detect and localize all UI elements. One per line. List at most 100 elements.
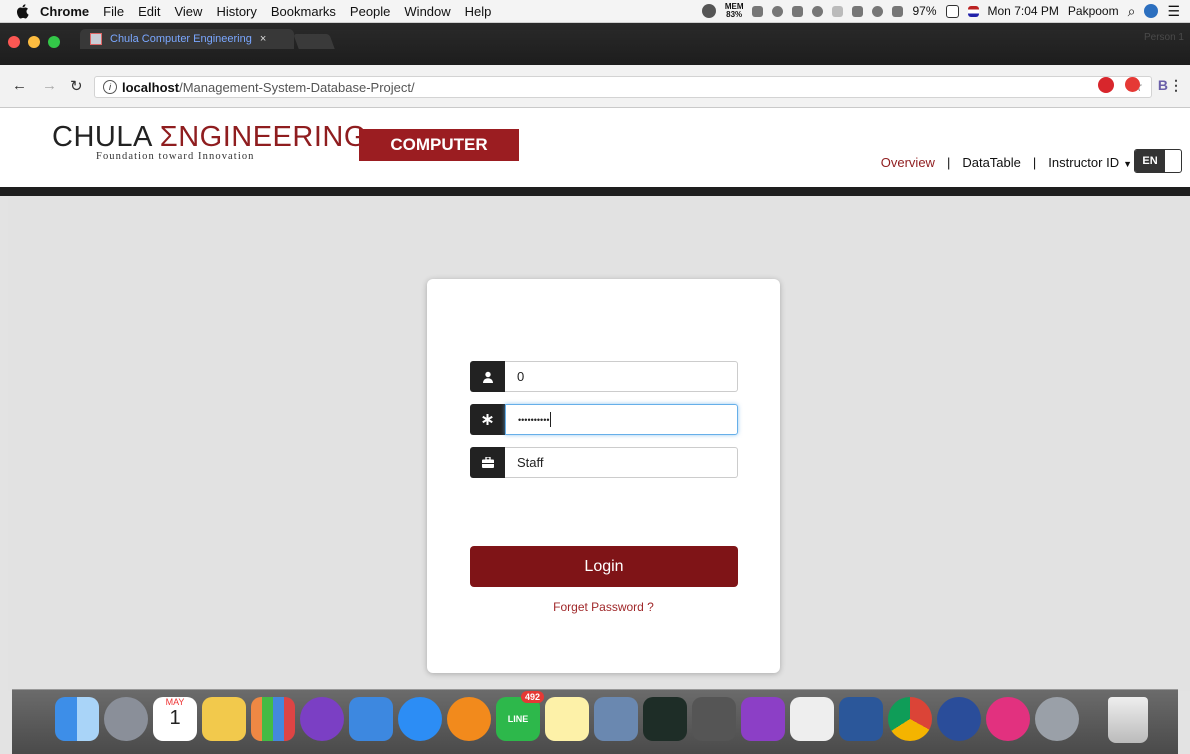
user-name[interactable]: Pakpoom — [1068, 4, 1119, 18]
slack-icon[interactable] — [741, 697, 785, 741]
word-icon[interactable] — [839, 697, 883, 741]
menu-file[interactable]: File — [103, 4, 124, 19]
sublime-text-icon[interactable] — [692, 697, 736, 741]
textedit-icon[interactable] — [790, 697, 834, 741]
user-icon — [470, 361, 505, 392]
menu-history[interactable]: History — [216, 4, 256, 19]
preview-icon[interactable] — [594, 697, 638, 741]
menu-bar: Chrome File Edit View History Bookmarks … — [0, 0, 1190, 23]
url-host: localhost — [122, 79, 180, 95]
nav-instructor-dropdown[interactable]: Instructor ID ▼ — [1048, 155, 1132, 170]
window-controls — [8, 36, 60, 48]
info-icon[interactable]: i — [103, 80, 117, 94]
profile-button[interactable]: Person 1 — [1144, 32, 1184, 43]
close-window-button[interactable] — [8, 36, 20, 48]
pages-icon[interactable] — [202, 697, 246, 741]
text-cursor — [549, 412, 551, 427]
keyboard-icon[interactable] — [852, 5, 864, 17]
calendar-icon[interactable]: MAY 1 — [153, 697, 197, 741]
menu-bookmarks[interactable]: Bookmarks — [271, 4, 336, 19]
battery-icon[interactable] — [945, 4, 959, 18]
nav-overview[interactable]: Overview — [881, 155, 935, 170]
menu-edit[interactable]: Edit — [138, 4, 160, 19]
new-tab-button[interactable] — [293, 34, 335, 49]
notes-icon[interactable] — [545, 697, 589, 741]
password-input[interactable]: •••••••••• — [505, 404, 738, 435]
time-machine-icon[interactable] — [812, 5, 824, 17]
calendar-month: MAY — [165, 697, 185, 707]
logo-text-chula: CHULA — [52, 121, 160, 153]
chrome-menu-icon[interactable]: ⋮ — [1169, 77, 1183, 94]
creative-cloud-icon[interactable] — [701, 4, 716, 18]
browser-toolbar: ← → ↻ i localhost /Management-System-Dat… — [0, 65, 1190, 108]
back-arrow-icon[interactable]: ← — [12, 77, 27, 94]
login-card: 0 •••••••••• Staff Login Forget Password… — [427, 279, 780, 673]
notification-center-icon[interactable]: ☰ — [1167, 3, 1180, 20]
menu-window[interactable]: Window — [404, 4, 450, 19]
address-bar[interactable]: i localhost /Management-System-Database-… — [94, 76, 1152, 98]
site-header: CHULA ΣNGINEERING Foundation toward Inno… — [0, 108, 1190, 187]
activity-monitor-icon[interactable] — [643, 697, 687, 741]
login-button[interactable]: Login — [470, 546, 738, 587]
language-en[interactable]: EN — [1135, 150, 1165, 172]
chrome-icon[interactable] — [888, 697, 932, 741]
finder-icon[interactable] — [55, 697, 99, 741]
asterisk-icon — [470, 404, 505, 435]
id-field: 0 — [470, 361, 738, 392]
app-store-icon[interactable] — [398, 697, 442, 741]
gpu-icon[interactable] — [772, 5, 784, 17]
url-path: /Management-System-Database-Project/ — [179, 79, 415, 95]
window-titlebar: Chula Computer Engineering × Person 1 — [0, 23, 1190, 65]
tab-close-icon[interactable]: × — [260, 33, 266, 45]
password-mask: •••••••••• — [518, 414, 550, 425]
bluetooth-icon[interactable] — [832, 5, 844, 17]
sourcetree-icon[interactable] — [937, 697, 981, 741]
chula-engineering-logo[interactable]: CHULA ΣNGINEERING Foundation toward Inno… — [52, 121, 367, 162]
spotlight-icon[interactable]: ⌕ — [1128, 3, 1136, 20]
trash-icon[interactable] — [1108, 697, 1148, 743]
clock[interactable]: Mon 7:04 PM — [988, 4, 1059, 18]
bootstrap-extension-icon[interactable]: B — [1158, 77, 1168, 93]
wifi-icon[interactable] — [872, 5, 884, 17]
reload-icon[interactable]: ↻ — [70, 77, 83, 95]
menu-app-chrome[interactable]: Chrome — [40, 4, 89, 19]
minimize-window-button[interactable] — [28, 36, 40, 48]
menu-people[interactable]: People — [350, 4, 390, 19]
launchpad-icon[interactable] — [104, 697, 148, 741]
nav-datatable[interactable]: DataTable — [962, 155, 1021, 170]
apple-icon[interactable] — [16, 3, 30, 19]
flag-icon[interactable] — [967, 5, 979, 17]
id-input[interactable]: 0 — [505, 361, 738, 392]
logo-text-engineering: ΣNGINEERING — [159, 121, 367, 153]
numbers-icon[interactable] — [251, 697, 295, 741]
menu-help[interactable]: Help — [465, 4, 492, 19]
status-area: MEM 83% 97% Mon 7:04 PM Pakpoom ⌕ ☰ — [701, 0, 1180, 22]
language-toggle[interactable]: EN — [1134, 149, 1182, 173]
flickr-icon[interactable] — [986, 697, 1030, 741]
forward-arrow-icon[interactable]: → — [42, 77, 57, 94]
nav-separator: | — [946, 155, 951, 170]
system-preferences-icon[interactable] — [1035, 697, 1079, 741]
role-input[interactable]: Staff — [505, 447, 738, 478]
siri-icon[interactable] — [1144, 4, 1159, 18]
adblock-extension-icon[interactable] — [1125, 77, 1140, 92]
backup-icon[interactable] — [752, 5, 764, 17]
ibooks-icon[interactable] — [447, 697, 491, 741]
airplay-icon[interactable] — [892, 5, 904, 17]
battery-percent[interactable]: 97% — [912, 4, 936, 18]
tab-title: Chula Computer Engineering — [110, 33, 252, 45]
browser-tab[interactable]: Chula Computer Engineering × — [80, 29, 294, 49]
dock: MAY 1 LINE 492 — [55, 691, 1079, 741]
safari-icon[interactable] — [300, 697, 344, 741]
briefcase-icon — [470, 447, 505, 478]
zoom-window-button[interactable] — [48, 36, 60, 48]
line-icon[interactable]: LINE 492 — [496, 691, 544, 741]
menu-view[interactable]: View — [174, 4, 202, 19]
screenshot-icon[interactable] — [792, 5, 804, 17]
memory-indicator[interactable]: MEM 83% — [725, 3, 744, 19]
computer-badge: COMPUTER — [359, 129, 519, 161]
opera-extension-icon[interactable] — [1098, 77, 1114, 93]
line-label: LINE — [507, 714, 529, 724]
keynote-icon[interactable] — [349, 697, 393, 741]
forget-password-link[interactable]: Forget Password ? — [427, 600, 780, 614]
